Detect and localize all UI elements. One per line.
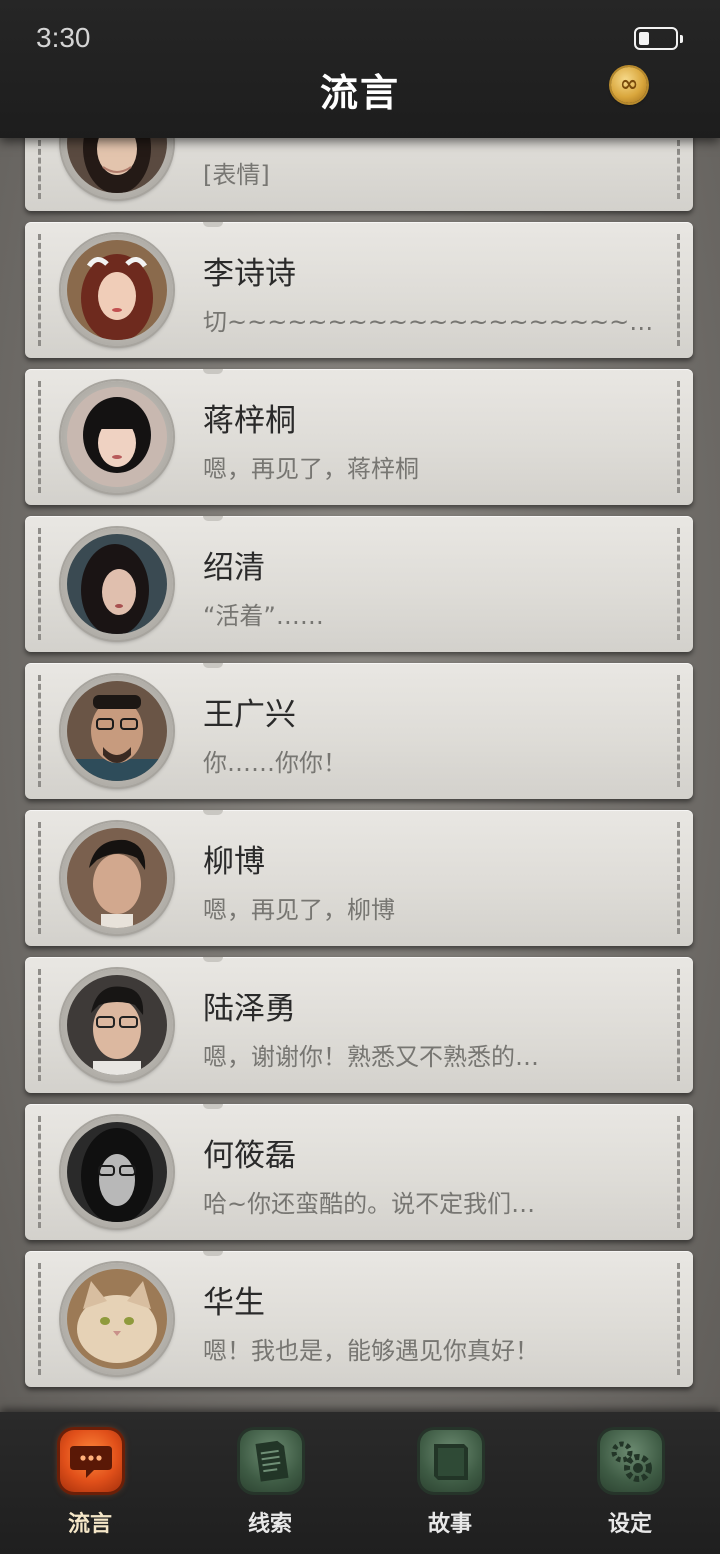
message-preview: 嗯，再见了，蒋梓桐 bbox=[203, 455, 419, 483]
message-preview: 嗯！我也是，能够遇见你真好！ bbox=[203, 1337, 539, 1365]
contact-name: 绍清 bbox=[203, 550, 265, 586]
avatar bbox=[61, 234, 173, 346]
card-notch bbox=[203, 222, 223, 227]
message-item[interactable]: 陆泽勇 嗯，谢谢你！熟悉又不熟悉的… bbox=[25, 957, 693, 1093]
status-time: 3:30 bbox=[36, 22, 91, 53]
infinity-coin-icon[interactable]: ∞ bbox=[611, 67, 647, 103]
card-notch bbox=[203, 516, 223, 521]
message-item[interactable]: 何筱磊 哈~你还蛮酷的。说不定我们… bbox=[25, 1104, 693, 1240]
contact-name: 陆泽勇 bbox=[203, 991, 296, 1027]
message-preview: [表情] bbox=[203, 161, 270, 189]
bottom-nav: 流言 线索 故事 设定 bbox=[0, 1412, 720, 1554]
message-item[interactable]: 华生 嗯！我也是，能够遇见你真好！ bbox=[25, 1251, 693, 1387]
contact-name: 李诗诗 bbox=[203, 256, 296, 292]
tab-rumors[interactable]: 流言 bbox=[30, 1430, 150, 1540]
avatar bbox=[61, 969, 173, 1081]
card-notch bbox=[203, 369, 223, 374]
card-notch bbox=[203, 1104, 223, 1109]
message-item[interactable]: 蒋梓桐 嗯，再见了，蒋梓桐 bbox=[25, 369, 693, 505]
tab-label: 设定 bbox=[607, 1511, 652, 1537]
battery-icon bbox=[634, 27, 683, 50]
message-item[interactable]: 王广兴 你……你你！ bbox=[25, 663, 693, 799]
app-screen: [表情] 李诗诗 切~~~~~~~~~~~~~~~~~~~~~… 蒋梓桐 嗯，再… bbox=[0, 0, 720, 1554]
contact-name: 柳博 bbox=[203, 844, 265, 880]
notes-icon bbox=[240, 1430, 302, 1492]
contact-name: 华生 bbox=[203, 1285, 265, 1321]
tab-settings[interactable]: 设定 bbox=[570, 1430, 690, 1540]
chat-bubble-icon bbox=[60, 1430, 122, 1492]
avatar bbox=[61, 1263, 173, 1375]
avatar bbox=[61, 675, 173, 787]
gear-icon bbox=[600, 1430, 662, 1492]
card-notch bbox=[203, 1251, 223, 1256]
message-preview: “活着”…… bbox=[203, 602, 324, 630]
tab-story[interactable]: 故事 bbox=[390, 1430, 510, 1540]
message-item[interactable]: 李诗诗 切~~~~~~~~~~~~~~~~~~~~~… bbox=[25, 222, 693, 358]
avatar bbox=[61, 1116, 173, 1228]
message-item[interactable]: 柳博 嗯，再见了，柳博 bbox=[25, 810, 693, 946]
avatar bbox=[61, 528, 173, 640]
tab-label: 线索 bbox=[247, 1511, 292, 1537]
tab-label: 流言 bbox=[67, 1511, 112, 1537]
book-icon bbox=[420, 1430, 482, 1492]
contact-name: 蒋梓桐 bbox=[203, 403, 296, 439]
app-header: 3:30 流言 ∞ bbox=[0, 0, 720, 138]
contact-name: 何筱磊 bbox=[203, 1138, 296, 1174]
tab-label: 故事 bbox=[427, 1511, 472, 1537]
message-preview: 你……你你！ bbox=[203, 749, 347, 777]
card-notch bbox=[203, 957, 223, 962]
contact-name: 王广兴 bbox=[203, 697, 296, 733]
card-notch bbox=[203, 810, 223, 815]
message-item[interactable]: 绍清 “活着”…… bbox=[25, 516, 693, 652]
avatar bbox=[61, 381, 173, 493]
tab-clues[interactable]: 线索 bbox=[210, 1430, 330, 1540]
message-preview: 嗯，再见了，柳博 bbox=[203, 896, 395, 924]
card-notch bbox=[203, 663, 223, 668]
message-preview: 嗯，谢谢你！熟悉又不熟悉的… bbox=[203, 1043, 539, 1071]
message-preview: 哈~你还蛮酷的。说不定我们… bbox=[203, 1190, 536, 1218]
message-preview: 切~~~~~~~~~~~~~~~~~~~~~… bbox=[203, 308, 673, 336]
battery-level bbox=[639, 32, 649, 45]
avatar bbox=[61, 822, 173, 934]
